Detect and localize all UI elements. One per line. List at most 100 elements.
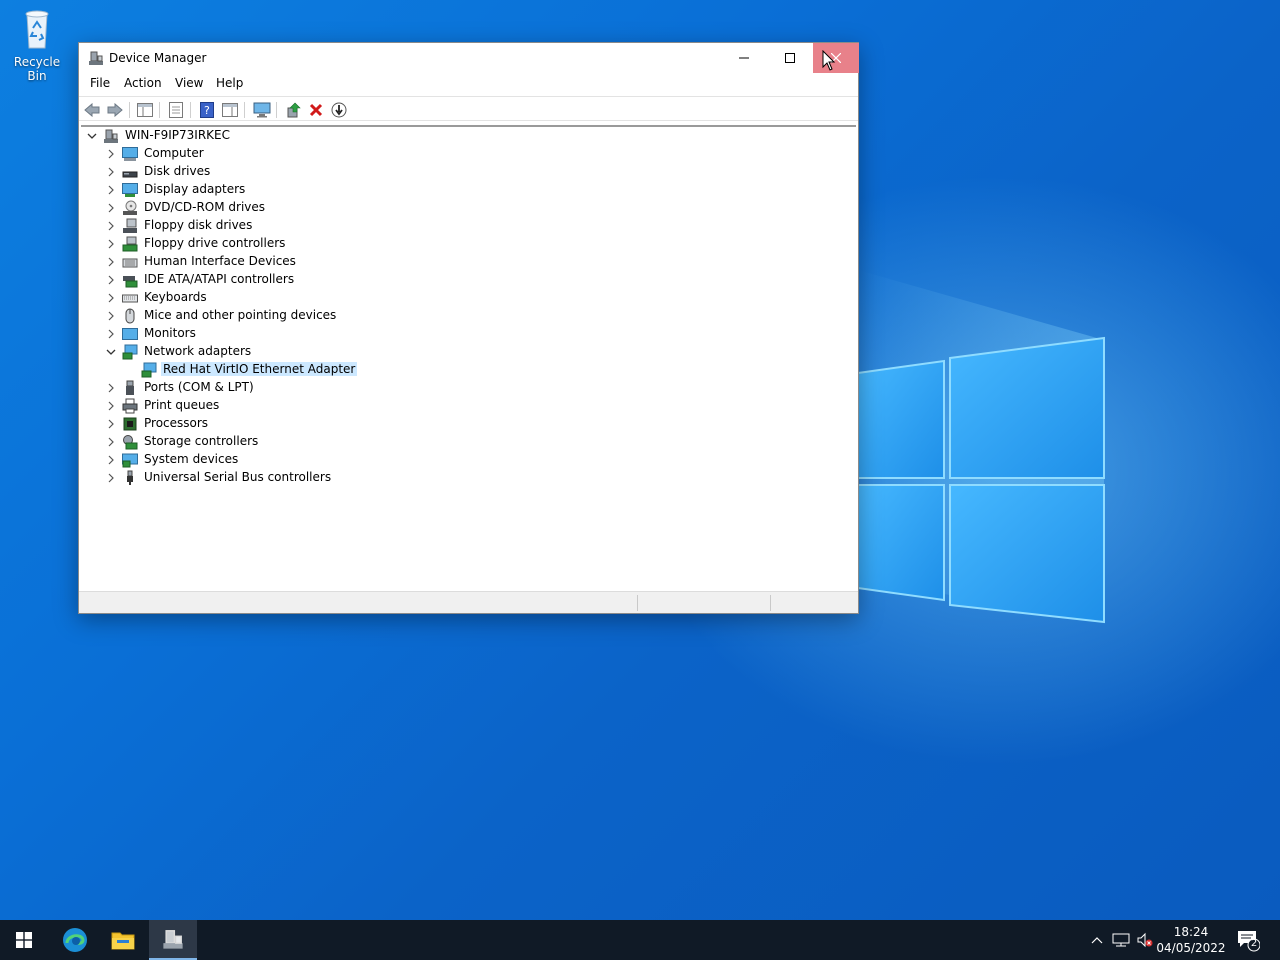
action-pane-icon xyxy=(222,103,238,117)
back-arrow-icon xyxy=(84,103,100,117)
computer-icon xyxy=(122,147,138,161)
tree-item-processors[interactable]: Processors xyxy=(106,415,406,433)
display-adapter-icon xyxy=(122,183,138,197)
floppy-drive-icon xyxy=(123,218,137,233)
forward-button[interactable] xyxy=(106,101,124,119)
toolbar-separator xyxy=(244,102,245,118)
computer-root-icon xyxy=(104,129,118,143)
taskbar-edge[interactable] xyxy=(51,920,99,960)
red-x-icon xyxy=(309,103,323,117)
tree-item-ide-ata[interactable]: IDE ATA/ATAPI controllers xyxy=(106,271,406,289)
tree-item-ports[interactable]: Ports (COM & LPT) xyxy=(106,379,406,397)
update-driver-button[interactable] xyxy=(285,101,303,119)
chevron-down-icon xyxy=(106,349,116,355)
chevron-right-icon xyxy=(108,203,114,213)
volume-muted-icon xyxy=(1137,932,1153,948)
status-bar xyxy=(79,591,858,613)
taskbar-file-explorer[interactable] xyxy=(99,920,147,960)
menu-file[interactable]: File xyxy=(87,76,113,90)
tree-item-network-adapters[interactable]: Network adapters xyxy=(106,343,406,361)
usb-icon xyxy=(127,470,133,485)
chevron-down-icon xyxy=(87,133,97,139)
tree-item-computer[interactable]: Computer xyxy=(106,145,406,163)
tree-item-usb-controllers[interactable]: Universal Serial Bus controllers xyxy=(106,469,406,487)
uninstall-device-button[interactable] xyxy=(307,101,325,119)
tree-item-display-adapters[interactable]: Display adapters xyxy=(106,181,406,199)
tree-item-floppy-drive-controllers[interactable]: Floppy drive controllers xyxy=(106,235,406,253)
tree-item-label: Display adapters xyxy=(144,182,246,196)
tree-item-storage-controllers[interactable]: Storage controllers xyxy=(106,433,406,451)
tree-item-label: Floppy drive controllers xyxy=(144,236,286,250)
action-pane-button[interactable] xyxy=(221,101,239,119)
tree-item-label: Network adapters xyxy=(144,344,252,358)
show-hide-console-tree-button[interactable] xyxy=(136,101,154,119)
tree-item-floppy-disk-drives[interactable]: Floppy disk drives xyxy=(106,217,406,235)
network-adapter-icon xyxy=(141,362,157,378)
tree-item-system-devices[interactable]: System devices xyxy=(106,451,406,469)
notification-center-button[interactable]: 2 xyxy=(1236,928,1261,952)
disable-device-button[interactable] xyxy=(330,101,348,119)
mouse-cursor-icon xyxy=(822,50,836,71)
network-tray-button[interactable] xyxy=(1112,931,1130,949)
toolbar-separator xyxy=(190,102,191,118)
menu-help[interactable]: Help xyxy=(213,76,246,90)
chevron-up-icon xyxy=(1091,937,1103,944)
tree-item-label: Keyboards xyxy=(144,290,207,304)
menu-view[interactable]: View xyxy=(172,76,206,90)
chevron-right-icon xyxy=(108,221,114,231)
chevron-right-icon xyxy=(108,257,114,267)
tree-item-label: Monitors xyxy=(144,326,196,340)
title-bar[interactable]: Device Manager xyxy=(79,43,859,73)
menu-action[interactable]: Action xyxy=(121,76,165,90)
tree-item-virtio-ethernet[interactable]: Red Hat VirtIO Ethernet Adapter xyxy=(141,361,401,379)
toolbar-separator xyxy=(129,102,130,118)
keyboard-icon xyxy=(122,294,138,303)
notification-count: 2 xyxy=(1250,938,1258,949)
start-button[interactable] xyxy=(0,920,48,960)
disk-drive-icon xyxy=(122,171,138,178)
taskbar-device-manager[interactable] xyxy=(149,920,197,960)
toolbar: ? xyxy=(79,96,858,121)
desktop-icon-recycle-bin[interactable]: Recycle Bin xyxy=(4,6,70,83)
tree-item-print-queues[interactable]: Print queues xyxy=(106,397,406,415)
chevron-right-icon xyxy=(108,167,114,177)
properties-button[interactable] xyxy=(167,101,185,119)
clock-date: 04/05/2022 xyxy=(1156,941,1226,955)
tree-root[interactable]: WIN-F9IP73IRKEC xyxy=(87,127,287,145)
tree-item-dvd-cdrom[interactable]: DVD/CD-ROM drives xyxy=(106,199,406,217)
volume-tray-button[interactable] xyxy=(1136,931,1154,949)
taskbar: 18:24 04/05/2022 2 xyxy=(0,920,1280,960)
selected-device-label: Red Hat VirtIO Ethernet Adapter xyxy=(161,362,358,376)
tree-item-label: Processors xyxy=(144,416,209,430)
back-button[interactable] xyxy=(83,101,101,119)
tree-item-hid[interactable]: Human Interface Devices xyxy=(106,253,406,271)
tree-item-disk-drives[interactable]: Disk drives xyxy=(106,163,406,181)
tree-item-keyboards[interactable]: Keyboards xyxy=(106,289,406,307)
update-driver-icon xyxy=(287,102,301,118)
network-icon xyxy=(1112,933,1130,947)
tree-item-label: Floppy disk drives xyxy=(144,218,253,232)
chevron-right-icon xyxy=(108,473,114,483)
hid-icon xyxy=(122,258,138,268)
tree-item-label: DVD/CD-ROM drives xyxy=(144,200,266,214)
tree-item-label: Human Interface Devices xyxy=(144,254,296,268)
maximize-icon xyxy=(785,53,795,63)
chevron-right-icon xyxy=(108,437,114,447)
toolbar-separator xyxy=(276,102,277,118)
tree-item-label: System devices xyxy=(144,452,239,466)
status-divider xyxy=(770,595,771,611)
minimize-button[interactable] xyxy=(721,43,767,73)
close-button[interactable] xyxy=(813,43,859,73)
tree-item-monitors[interactable]: Monitors xyxy=(106,325,406,343)
show-hidden-icons-button[interactable] xyxy=(1088,931,1106,949)
maximize-button[interactable] xyxy=(767,43,813,73)
taskbar-clock[interactable]: 18:24 04/05/2022 xyxy=(1156,924,1226,956)
device-manager-window: Device Manager File Action View Help ? W… xyxy=(78,42,859,614)
tree-item-label: Disk drives xyxy=(144,164,211,178)
scan-hardware-button[interactable] xyxy=(253,101,271,119)
help-button[interactable]: ? xyxy=(198,101,216,119)
tree-item-mice[interactable]: Mice and other pointing devices xyxy=(106,307,406,325)
tree-root-label: WIN-F9IP73IRKEC xyxy=(125,128,230,142)
download-circle-icon xyxy=(331,102,347,118)
folder-icon xyxy=(111,932,135,950)
